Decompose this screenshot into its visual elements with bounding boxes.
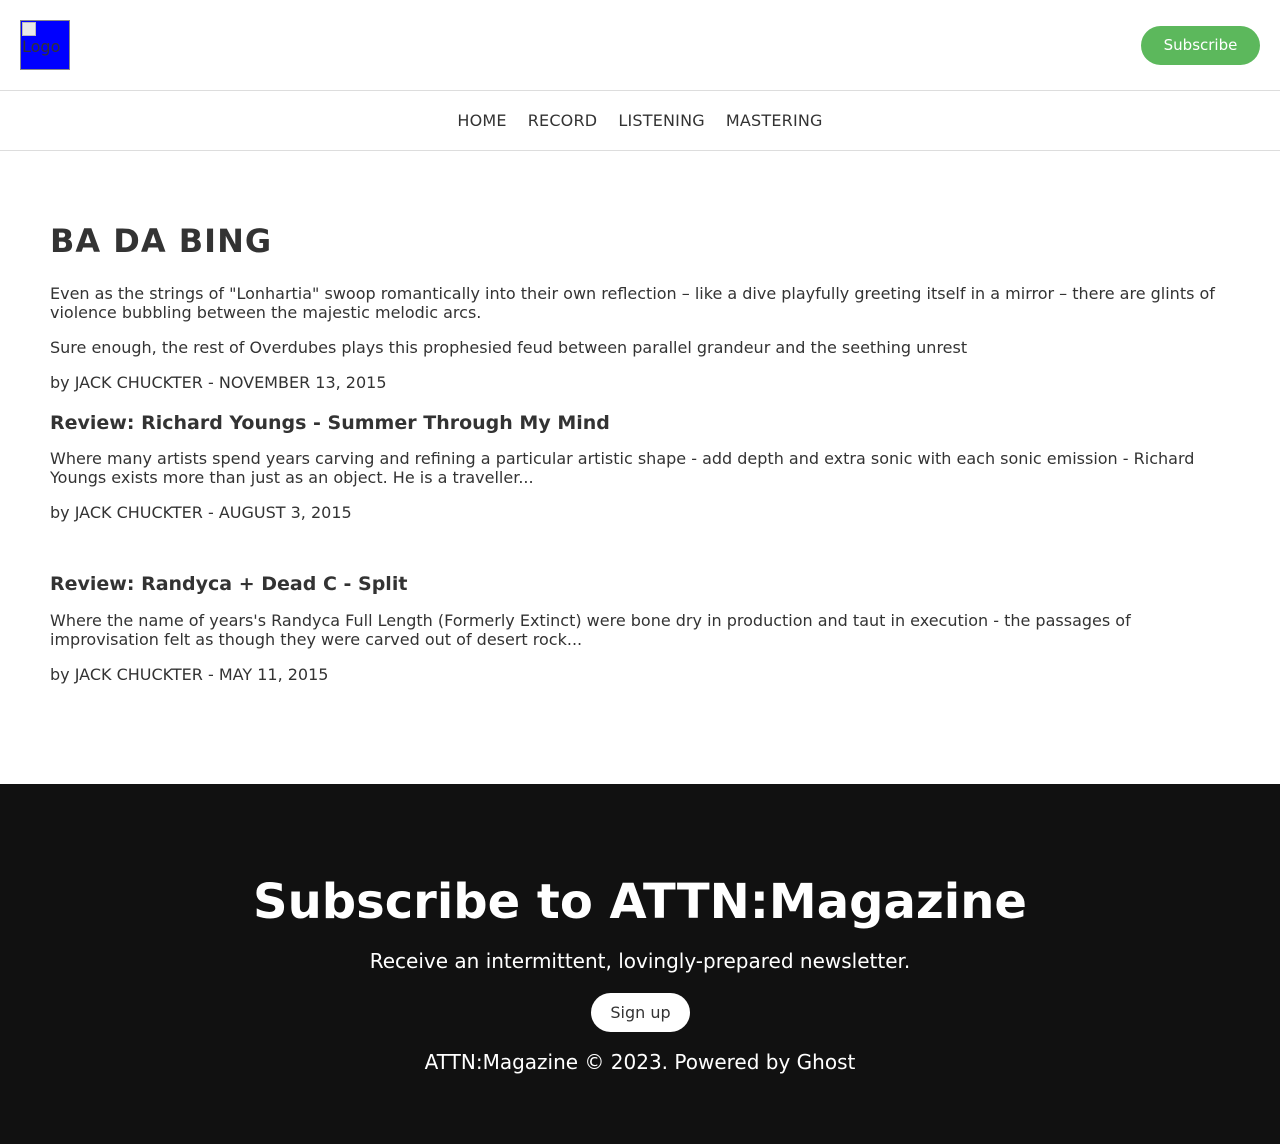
nav-item-home[interactable]: HOME <box>457 111 506 130</box>
intro-paragraph: Sure enough, the rest of Overdubes plays… <box>50 338 968 357</box>
nav-item-record[interactable]: RECORD <box>528 111 598 130</box>
signup-button[interactable]: Sign up <box>591 993 690 1032</box>
subscribe-button[interactable]: Subscribe <box>1141 26 1260 65</box>
post-byline: by JACK CHUCKTER - MAY 11, 2015 <box>50 665 329 684</box>
intro-paragraph: Even as the strings of "Lonhartia" swoop… <box>50 284 1215 322</box>
main-content: BA DA BING Even as the strings of "Lonha… <box>50 222 1230 684</box>
logo[interactable]: Logo <box>20 20 70 70</box>
post-title-link[interactable]: Review: Richard Youngs - Summer Through … <box>50 411 1230 435</box>
nav-item-listening[interactable]: LISTENING <box>618 111 705 130</box>
broken-image-icon <box>22 22 36 36</box>
site-header: Logo Subscribe <box>0 0 1280 91</box>
post-byline: by JACK CHUCKTER - NOVEMBER 13, 2015 <box>50 373 387 392</box>
post-excerpt: Where many artists spend years carving a… <box>50 449 1195 487</box>
post-item: Review: Richard Youngs - Summer Through … <box>50 411 1230 522</box>
footer-heading: Subscribe to ATTN:Magazine <box>253 874 1027 930</box>
main-nav: HOME RECORD LISTENING MASTERING <box>0 91 1280 151</box>
post-byline: by JACK CHUCKTER - AUGUST 3, 2015 <box>50 503 352 522</box>
page-title: BA DA BING <box>50 222 273 260</box>
post-excerpt: Where the name of years's Randyca Full L… <box>50 611 1131 649</box>
post-item: Review: Randyca + Dead C - Split Where t… <box>50 572 1230 684</box>
copyright-text: ATTN:Magazine © 2023. Powered by Ghost <box>424 1050 856 1074</box>
nav-item-mastering[interactable]: MASTERING <box>726 111 823 130</box>
logo-alt-text: Logo <box>22 37 61 56</box>
post-title-link[interactable]: Review: Randyca + Dead C - Split <box>50 572 1230 596</box>
footer-tagline: Receive an intermittent, lovingly-prepar… <box>369 949 911 973</box>
site-footer: Subscribe to ATTN:Magazine Receive an in… <box>0 784 1280 1144</box>
